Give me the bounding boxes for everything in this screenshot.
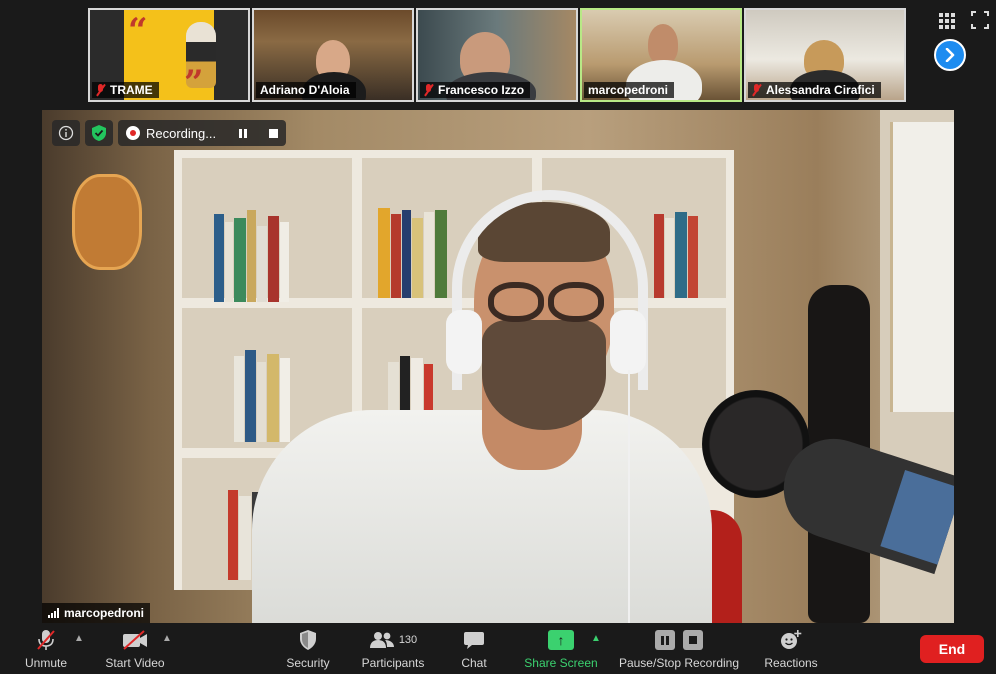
chat-bubble-icon [464, 632, 484, 649]
wall-sign [72, 174, 142, 270]
speaker-shirt [252, 410, 712, 623]
meeting-info-button[interactable] [52, 120, 80, 146]
thumbnail-name-tag: Francesco Izzo [420, 82, 531, 98]
participants-icon [369, 632, 394, 648]
thumbnail-name-tag: TRAME [92, 82, 159, 98]
pause-stop-recording-button[interactable]: Pause/Stop Recording [614, 627, 744, 670]
pause-icon [655, 630, 675, 650]
thumbnail-marcopedroni[interactable]: marcopedroni [580, 8, 742, 102]
participant-strip: “ ” TRAME Adriano D'Aloia Francesco Izzo [0, 0, 996, 110]
share-arrow-icon: ↑ [548, 630, 574, 650]
chevron-right-icon [945, 48, 955, 62]
thumbnail-name-tag: Adriano D'Aloia [256, 82, 356, 98]
active-speaker-video: Recording... marcopedroni [42, 110, 954, 623]
thumbnail-francesco[interactable]: Francesco Izzo [416, 8, 578, 102]
pause-recording-button[interactable] [239, 128, 247, 138]
stop-icon [683, 630, 703, 650]
stop-recording-button[interactable] [269, 128, 278, 138]
share-options-caret[interactable]: ▲ [591, 633, 601, 644]
thumbnail-name-tag: marcopedroni [584, 82, 675, 98]
thumbnail-name-tag: Alessandra Cirafici [748, 82, 881, 98]
cloud-record-icon [126, 126, 140, 140]
security-button[interactable]: Security [282, 627, 334, 670]
video-off-icon [123, 630, 147, 650]
unmute-button[interactable]: Unmute [22, 627, 70, 670]
encryption-button[interactable] [85, 120, 113, 146]
thumbnail-alessandra[interactable]: Alessandra Cirafici [744, 8, 906, 102]
gallery-view-icon[interactable] [936, 10, 958, 32]
muted-microphone-icon [37, 630, 55, 650]
muted-mic-icon [424, 84, 434, 96]
reactions-button[interactable]: Reactions [760, 627, 822, 670]
thumbnail-trame[interactable]: “ ” TRAME [88, 8, 250, 102]
meeting-toolbar: Unmute ▲ Start Video ▲ Security 130 Part… [0, 623, 996, 674]
end-meeting-button[interactable]: End [920, 635, 984, 663]
start-video-button[interactable]: Start Video [100, 627, 170, 670]
shield-check-icon [92, 125, 106, 141]
next-page-button[interactable] [934, 39, 966, 71]
share-screen-button[interactable]: ↑ Share Screen [520, 627, 602, 670]
signal-strength-icon [48, 608, 59, 618]
chat-button[interactable]: Chat [454, 627, 494, 670]
smiley-plus-icon [781, 630, 802, 649]
recording-indicator: Recording... [118, 120, 286, 146]
whiteboard [890, 122, 954, 412]
muted-mic-icon [752, 84, 762, 96]
participants-button[interactable]: 130 Participants [355, 627, 431, 670]
thumbnail-adriano[interactable]: Adriano D'Aloia [252, 8, 414, 102]
muted-mic-icon [96, 84, 106, 96]
audio-options-caret[interactable]: ▲ [74, 633, 84, 644]
info-icon [58, 125, 74, 141]
participants-count: 130 [398, 634, 418, 646]
speaker-name-tag: marcopedroni [42, 603, 151, 623]
fullscreen-icon[interactable] [970, 10, 990, 30]
shield-icon [300, 630, 316, 650]
video-options-caret[interactable]: ▲ [162, 633, 172, 644]
